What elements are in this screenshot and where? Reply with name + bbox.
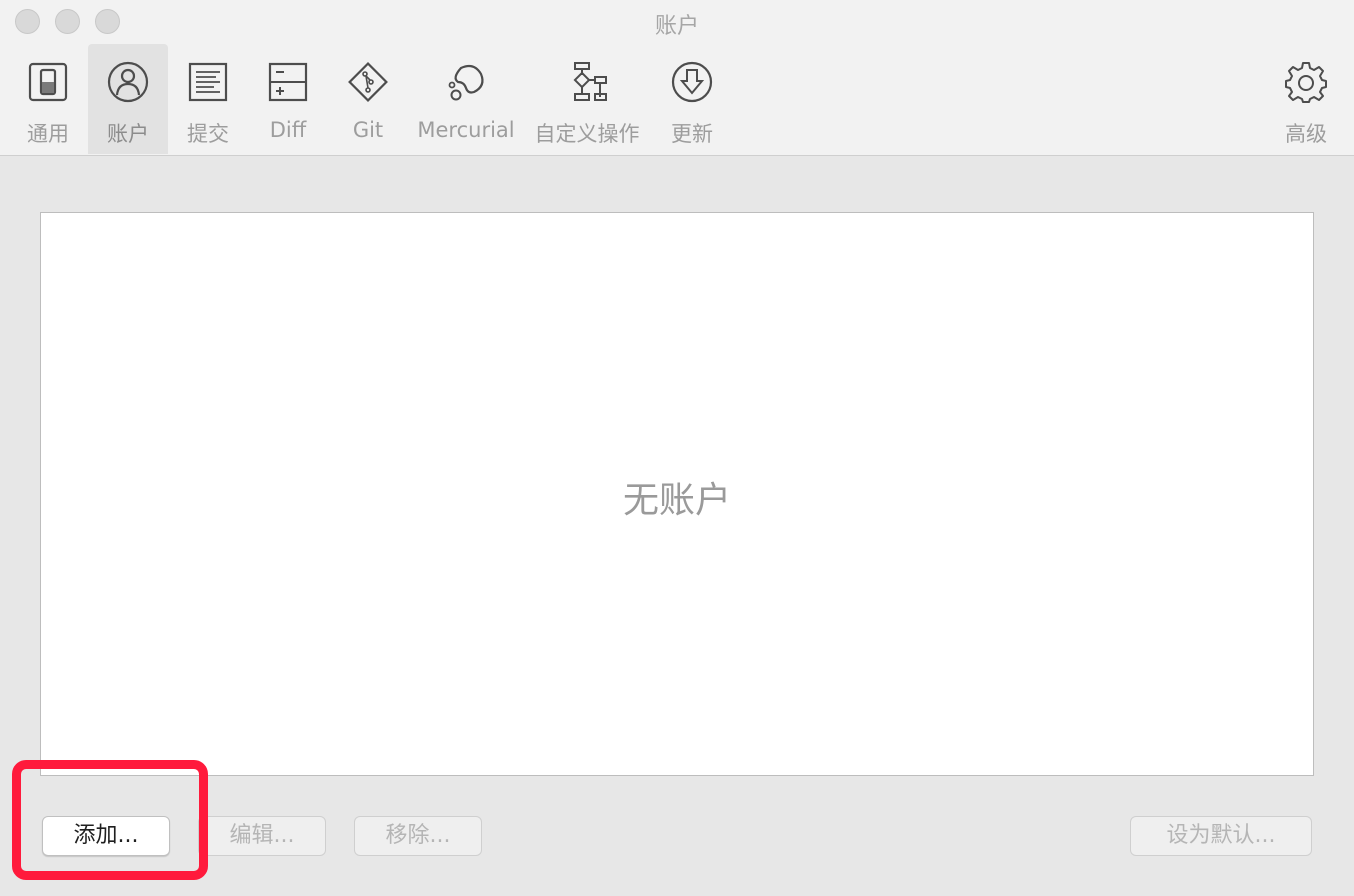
mercurial-icon (444, 60, 488, 104)
toolbar-item-mercurial[interactable]: Mercurial (412, 44, 520, 154)
remove-account-button[interactable]: 移除... (354, 816, 482, 856)
switch-icon (26, 60, 70, 104)
toolbar-item-diff[interactable]: Diff (248, 44, 328, 154)
accounts-list[interactable]: 无账户 (40, 212, 1314, 776)
toolbar-item-commit[interactable]: 提交 (168, 44, 248, 154)
toolbar-item-label: 通用 (27, 122, 69, 146)
toolbar-item-label: Diff (269, 118, 307, 142)
toolbar-item-label: 提交 (187, 122, 229, 146)
user-circle-icon (106, 60, 150, 104)
preferences-window: 账户 通用 账户 提交 Diff Git Mercurial 自定义操作 更新 … (0, 0, 1354, 896)
set-default-button[interactable]: 设为默认... (1130, 816, 1312, 856)
toolbar-item-general[interactable]: 通用 (8, 44, 88, 154)
toolbar-item-label: 高级 (1285, 122, 1327, 146)
toolbar-item-label: Git (352, 118, 384, 142)
toolbar-item-advanced[interactable]: 高级 (1266, 44, 1346, 154)
title-toolbar: 账户 通用 账户 提交 Diff Git Mercurial 自定义操作 更新 … (0, 0, 1354, 156)
highlight-box (12, 760, 208, 880)
window-title: 账户 (654, 14, 699, 39)
toolbar-item-accounts[interactable]: 账户 (88, 44, 168, 154)
toolbar-item-label: 更新 (671, 122, 713, 146)
git-branch-icon (346, 60, 390, 104)
toolbar-item-custom-actions[interactable]: 自定义操作 (526, 44, 648, 154)
download-circle-icon (670, 60, 714, 104)
document-lines-icon (186, 60, 230, 104)
edit-account-button[interactable]: 编辑... (198, 816, 326, 856)
toolbar-item-updates[interactable]: 更新 (652, 44, 732, 154)
gear-icon (1284, 60, 1328, 104)
toolbar-item-label: Mercurial (417, 118, 515, 142)
toolbar-item-label: 自定义操作 (534, 122, 640, 146)
diff-icon (266, 60, 310, 104)
flowchart-icon (565, 60, 609, 104)
toolbar-item-git[interactable]: Git (328, 44, 408, 154)
toolbar-item-label: 账户 (107, 122, 149, 146)
empty-state-text: 无账户 (622, 480, 731, 521)
